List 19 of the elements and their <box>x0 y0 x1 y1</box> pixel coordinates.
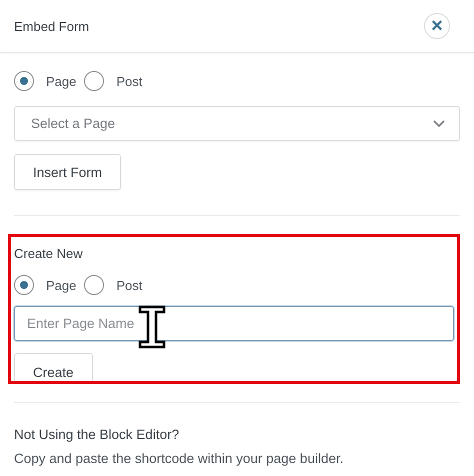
page-name-field[interactable]: Enter Page Name <box>14 306 454 341</box>
page-select[interactable]: Select a Page <box>14 106 460 141</box>
section-heading: Not Using the Block Editor? <box>14 427 180 442</box>
chevron-down-icon <box>433 120 445 128</box>
create-button[interactable]: Create <box>14 353 93 381</box>
radio-button[interactable] <box>14 275 34 295</box>
radio-label: Post <box>116 278 142 292</box>
radio-button[interactable] <box>14 71 34 91</box>
close-button[interactable]: × <box>424 13 450 39</box>
radio-label: Page <box>46 278 76 292</box>
radio-button[interactable] <box>84 275 104 295</box>
insert-form-button[interactable]: Insert Form <box>14 154 122 190</box>
text-cursor-icon <box>138 305 166 349</box>
dialog-title: Embed Form <box>14 18 90 34</box>
radio-label: Post <box>116 74 142 88</box>
section-heading: Create New <box>14 246 84 261</box>
radio-button[interactable] <box>84 71 104 91</box>
help-text: Copy and paste the shortcode within your page builder. <box>14 451 344 466</box>
radio-label: Page <box>46 74 76 88</box>
